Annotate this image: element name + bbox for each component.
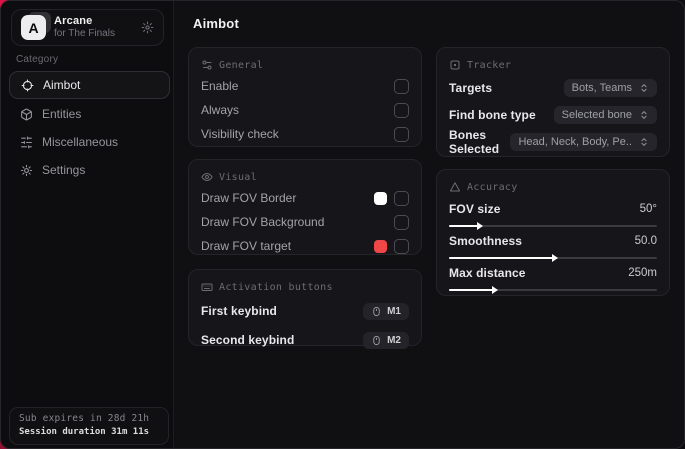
box-icon bbox=[20, 108, 33, 121]
keyboard-icon bbox=[201, 281, 213, 293]
targets-label: Targets bbox=[449, 80, 493, 95]
max-distance-row: Max distance 250m bbox=[449, 266, 657, 294]
draw-fov-background-checkbox[interactable] bbox=[394, 214, 409, 230]
eye-icon bbox=[201, 171, 213, 183]
chevrons-up-down-icon bbox=[639, 137, 649, 147]
fov-size-value: 50° bbox=[639, 203, 657, 215]
panel-general: General Enable Always Visibility check bbox=[188, 47, 422, 147]
sidebar-item-miscellaneous[interactable]: Miscellaneous bbox=[9, 128, 170, 156]
keybind-value: M1 bbox=[387, 305, 401, 317]
enable-label: Enable bbox=[201, 79, 239, 93]
visibility-check-checkbox[interactable] bbox=[394, 126, 409, 142]
always-label: Always bbox=[201, 103, 240, 117]
slider-thumb[interactable] bbox=[552, 254, 558, 262]
dropdown-value: Head, Neck, Body, Pe.. bbox=[518, 135, 632, 148]
fov-target-color-swatch[interactable] bbox=[374, 239, 387, 253]
session-duration-text: Session duration 31m 11s bbox=[19, 427, 150, 437]
first-keybind-label: First keybind bbox=[201, 304, 277, 318]
panel-header: Visual bbox=[219, 171, 257, 183]
find-bone-type-dropdown[interactable]: Selected bone bbox=[553, 105, 657, 124]
sidebar-item-entities[interactable]: Entities bbox=[9, 100, 170, 128]
category-label: Category bbox=[16, 54, 59, 65]
max-distance-slider[interactable] bbox=[449, 286, 657, 294]
enable-checkbox[interactable] bbox=[394, 78, 409, 94]
always-checkbox[interactable] bbox=[394, 102, 409, 118]
max-distance-value: 250m bbox=[628, 267, 657, 279]
keybind-value: M2 bbox=[387, 334, 401, 346]
smoothness-value: 50.0 bbox=[634, 235, 657, 247]
sidebar-header: A Arcane for The Finals bbox=[11, 9, 164, 46]
sidebar-item-label: Entities bbox=[42, 107, 82, 121]
smoothness-row: Smoothness 50.0 bbox=[449, 234, 657, 262]
targets-dropdown[interactable]: Bots, Teams bbox=[563, 78, 657, 97]
dropdown-value: Selected bone bbox=[561, 108, 632, 121]
sidebar-item-settings[interactable]: Settings bbox=[9, 156, 170, 184]
second-keybind-button[interactable]: M2 bbox=[363, 331, 409, 349]
fov-size-label: FOV size bbox=[449, 202, 501, 216]
second-keybind-label: Second keybind bbox=[201, 333, 295, 347]
sub-expiry-text: Sub expires in 28d 21h bbox=[19, 413, 150, 424]
triangle-icon bbox=[449, 181, 461, 193]
scan-icon bbox=[449, 59, 461, 71]
draw-fov-border-label: Draw FOV Border bbox=[201, 191, 297, 205]
draw-fov-background-label: Draw FOV Background bbox=[201, 215, 325, 229]
panel-header: Tracker bbox=[467, 59, 512, 71]
panel-visual: Visual Draw FOV Border Draw FOV Backgrou… bbox=[188, 159, 422, 255]
backdrop: A Arcane for The Finals Category Aimbot bbox=[0, 0, 685, 449]
fov-border-color-swatch[interactable] bbox=[374, 191, 387, 205]
bones-selected-label: Bones Selected bbox=[449, 127, 500, 156]
sidebar-item-label: Aimbot bbox=[43, 78, 81, 92]
slider-thumb[interactable] bbox=[491, 286, 498, 294]
find-bone-type-label: Find bone type bbox=[449, 107, 536, 122]
settings-lines-icon bbox=[201, 59, 213, 71]
panel-accuracy: Accuracy FOV size 50° Smoothness 50.0 Ma… bbox=[436, 169, 670, 296]
max-distance-label: Max distance bbox=[449, 266, 526, 280]
app-title: Arcane bbox=[54, 15, 93, 28]
crosshair-icon bbox=[21, 79, 34, 92]
mouse-icon bbox=[371, 335, 382, 346]
smoothness-slider[interactable] bbox=[449, 254, 657, 262]
sidebar-item-label: Miscellaneous bbox=[42, 135, 119, 149]
app-window: A Arcane for The Finals Category Aimbot bbox=[0, 0, 685, 449]
slider-fill bbox=[449, 254, 558, 262]
panel-header: Accuracy bbox=[467, 181, 518, 193]
draw-fov-border-checkbox[interactable] bbox=[394, 190, 409, 206]
bones-selected-dropdown[interactable]: Head, Neck, Body, Pe.. bbox=[510, 132, 657, 151]
fov-size-row: FOV size 50° bbox=[449, 202, 657, 230]
panel-header: Activation buttons bbox=[219, 281, 333, 293]
smoothness-label: Smoothness bbox=[449, 234, 523, 248]
subscription-info: Sub expires in 28d 21h Session duration … bbox=[9, 407, 169, 445]
sidebar-item-label: Settings bbox=[42, 163, 86, 177]
slider-fill bbox=[449, 222, 484, 230]
panel-activation-buttons: Activation buttons First keybind M1 Seco… bbox=[188, 269, 422, 349]
fov-size-slider[interactable] bbox=[449, 222, 657, 230]
app-subtitle: for The Finals bbox=[54, 28, 115, 40]
slider-fill bbox=[449, 286, 498, 294]
sidebar: A Arcane for The Finals Category Aimbot bbox=[1, 1, 174, 448]
slider-thumb[interactable] bbox=[477, 222, 484, 230]
first-keybind-button[interactable]: M1 bbox=[363, 302, 409, 320]
panel-header: General bbox=[219, 59, 264, 71]
sliders-icon bbox=[20, 136, 33, 149]
chevrons-up-down-icon bbox=[639, 110, 649, 120]
page-title: Aimbot bbox=[193, 16, 239, 31]
dropdown-value: Bots, Teams bbox=[571, 81, 632, 94]
mouse-icon bbox=[371, 306, 382, 317]
chevrons-up-down-icon bbox=[639, 83, 649, 93]
gear-icon bbox=[20, 164, 33, 177]
draw-fov-target-label: Draw FOV target bbox=[201, 239, 292, 253]
gear-icon[interactable] bbox=[141, 21, 154, 34]
sidebar-item-aimbot[interactable]: Aimbot bbox=[9, 71, 170, 99]
logo-letter: A bbox=[21, 15, 46, 40]
panel-tracker: Tracker Targets Bots, Teams Find bone ty… bbox=[436, 47, 670, 157]
visibility-check-label: Visibility check bbox=[201, 127, 279, 141]
app-logo: A bbox=[21, 12, 51, 40]
draw-fov-target-checkbox[interactable] bbox=[394, 238, 409, 254]
